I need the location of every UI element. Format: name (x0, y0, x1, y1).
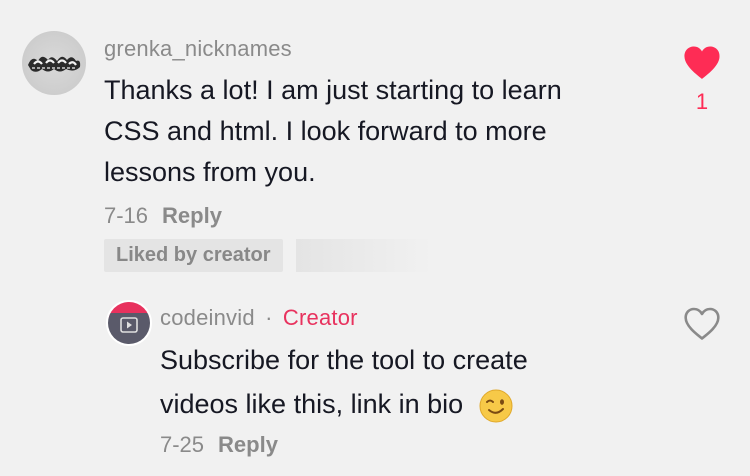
reply-text: Subscribe for the tool to create videos … (160, 338, 528, 426)
comment-text-line: lessons from you. (104, 157, 316, 187)
reply-button[interactable]: Reply (162, 203, 222, 228)
comment-meta: 7-16 Reply (104, 203, 222, 229)
reply-text-line: videos like this, link in bio (160, 389, 464, 419)
separator-dot: · (265, 305, 273, 330)
creator-label: Creator (282, 305, 358, 330)
reply-date: 7-25 (160, 432, 205, 457)
comment-text: Thanks a lot! I am just starting to lear… (104, 70, 562, 193)
winking-face-icon (479, 389, 513, 423)
graffiti-logo-icon (28, 56, 81, 72)
liked-by-creator-badge: Liked by creator (104, 239, 283, 272)
reply-header: codeinvid · Creator (160, 305, 358, 331)
reply-text-line: Subscribe for the tool to create (160, 345, 528, 375)
creator-avatar[interactable] (106, 300, 152, 346)
reply-reply-button[interactable]: Reply (218, 432, 278, 457)
comment-text-line: CSS and html. I look forward to more (104, 116, 547, 146)
comment-username[interactable]: grenka_nicknames (104, 36, 292, 62)
heart-outline-icon[interactable] (683, 307, 721, 341)
comment-text-line: Thanks a lot! I am just starting to lear… (104, 75, 562, 105)
badge-fade (296, 239, 432, 272)
like-count: 1 (695, 89, 709, 114)
heart-filled-icon[interactable] (683, 46, 721, 80)
reply-username[interactable]: codeinvid (160, 305, 255, 330)
avatar[interactable] (22, 31, 86, 95)
reply-meta: 7-25 Reply (160, 432, 278, 458)
reply-text-line-with-emoji: videos like this, link in bio (160, 382, 528, 426)
comment-date: 7-16 (104, 203, 149, 228)
video-icon (120, 317, 138, 333)
